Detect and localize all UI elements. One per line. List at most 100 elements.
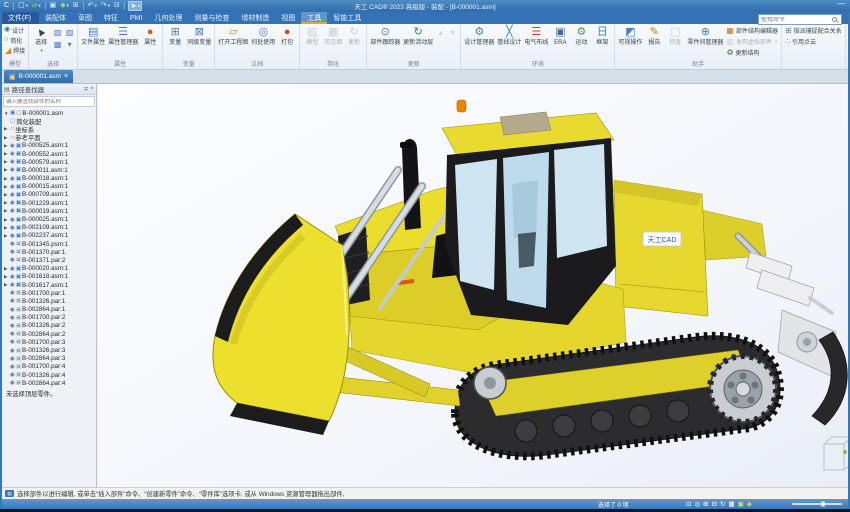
- collapse-arrow-icon[interactable]: ▶: [4, 176, 9, 182]
- new-file-button[interactable]: ▢ ▾: [17, 1, 29, 11]
- tree-item[interactable]: ▶ ◉ ▣ B-002109.asm:1: [4, 224, 96, 232]
- graphics-viewport[interactable]: 天工CAD: [98, 84, 848, 487]
- collapse-arrow-icon[interactable]: ▶: [4, 208, 9, 214]
- ribbon-button-属性[interactable]: ● 属性: [140, 25, 160, 47]
- pathfinder-search[interactable]: [3, 96, 95, 107]
- ribbon-tab-智能工具[interactable]: 智能工具: [327, 12, 367, 24]
- tree-item[interactable]: ▶ ◉ ▣ B-001618.asm:1: [4, 273, 96, 281]
- collapse-arrow-icon[interactable]: ▶: [4, 135, 9, 141]
- collapse-arrow-icon[interactable]: ▶: [4, 159, 9, 165]
- expand-arrow-icon[interactable]: ▼: [4, 111, 9, 116]
- collapse-arrow-icon[interactable]: ▶: [4, 266, 9, 272]
- ribbon-button-打开工程图[interactable]: ▱ 打开工程图: [217, 25, 249, 47]
- ribbon-button-框架[interactable]: 日框架: [592, 25, 612, 47]
- style-button[interactable]: ◆ ▾: [59, 1, 70, 11]
- close-tab-icon[interactable]: ×: [64, 73, 68, 80]
- visibility-eye-icon[interactable]: ◉: [10, 208, 15, 214]
- select-cursor-button[interactable]: ▲ ▾: [127, 1, 143, 11]
- tree-item[interactable]: ▶ ◉ ▣ B-000579.asm:1: [4, 158, 96, 166]
- visibility-eye-icon[interactable]: ◉: [10, 348, 15, 354]
- rotate-view-button[interactable]: ↻: [720, 500, 725, 508]
- zoom-slider-knob[interactable]: [819, 500, 826, 507]
- ribbon-tab-工具[interactable]: 工具: [301, 12, 328, 24]
- ribbon-button-管线设计[interactable]: ╳ 管线设计: [496, 25, 522, 47]
- pathfinder-search-input[interactable]: [4, 98, 94, 105]
- ribbon-button-零件间管理器[interactable]: ⊕ 零件间管理器: [686, 25, 724, 47]
- radio-model[interactable]: ◉ 设计: [4, 25, 26, 35]
- ribbon-button-何处使用[interactable]: ◎ 何处使用: [250, 25, 276, 47]
- collapse-arrow-icon[interactable]: ▶: [4, 192, 9, 198]
- perspective-button[interactable]: ◆: [747, 500, 752, 508]
- visibility-eye-icon[interactable]: ◉: [10, 167, 15, 173]
- tree-item[interactable]: ◉ ▣ B-001700.par:1: [4, 289, 96, 297]
- ribbon-tab-测量与检查[interactable]: 测量与检查: [188, 12, 235, 24]
- collapse-arrow-icon[interactable]: ▶: [4, 200, 9, 206]
- tree-item[interactable]: ◉ ▣ B-001326.par:2: [4, 322, 96, 330]
- ribbon-tab-PMI[interactable]: PMI: [124, 12, 148, 24]
- redo-button[interactable]: ↷ ▾: [100, 1, 111, 11]
- visibility-eye-icon[interactable]: ◉: [10, 290, 15, 296]
- tree-item[interactable]: ◉ ▣ B-001370.par:1: [4, 248, 96, 256]
- ribbon-button-部件结构编辑器[interactable]: ▦ 部件结构编辑器: [725, 25, 779, 36]
- ribbon-button-同级变量[interactable]: ⊠ 同级变量: [186, 25, 212, 47]
- tree-item[interactable]: ▶ ◉ ▣ B-001229.asm:1: [4, 199, 96, 207]
- tree-item[interactable]: ▶ ◉ ▣ B-000015.asm:1: [4, 183, 96, 191]
- collapse-arrow-icon[interactable]: ▶: [4, 151, 9, 157]
- visibility-eye-icon[interactable]: ◉: [10, 249, 15, 255]
- visibility-eye-icon[interactable]: ◉: [10, 143, 15, 149]
- visibility-eye-icon[interactable]: ◉: [10, 372, 15, 378]
- visibility-eye-icon[interactable]: ◉: [10, 217, 15, 223]
- view-styles-button[interactable]: ▦: [728, 500, 734, 508]
- ribbon-button-电气布线[interactable]: ☰ 电气布线: [523, 25, 549, 47]
- collapse-arrow-icon[interactable]: ▶: [4, 167, 9, 173]
- ribbon-button-属性管理器[interactable]: ☰ 属性管理器: [107, 25, 139, 47]
- tree-item[interactable]: ▶ ◉ ▣ B-000018.asm:1: [4, 175, 96, 183]
- collapse-arrow-icon[interactable]: ▶: [4, 282, 9, 288]
- tree-item[interactable]: ▶ ◉ ▣ B-000020.asm:1: [4, 265, 96, 273]
- ribbon-button-可视操作[interactable]: ◩ 可视操作: [617, 25, 643, 47]
- ribbon-button-打包[interactable]: ● 打包: [277, 25, 297, 47]
- zoom-slider[interactable]: [792, 499, 842, 509]
- tree-item[interactable]: ▶ ◉ ▣ B-001617.asm:1: [4, 281, 96, 289]
- visibility-eye-icon[interactable]: ◉: [10, 298, 15, 304]
- visibility-eye-icon[interactable]: ◉: [10, 184, 15, 190]
- visibility-eye-icon[interactable]: ◉: [10, 274, 15, 280]
- tree-item[interactable]: ◉ ▣ B-002864.par:1: [4, 306, 96, 314]
- ribbon-button-变量[interactable]: ⊞ 变量: [165, 25, 185, 47]
- ribbon-button-选择[interactable]: ▲ 选择 ▾: [31, 24, 51, 54]
- ribbon-tab-装配体[interactable]: 装配体: [39, 12, 72, 24]
- visibility-eye-icon[interactable]: ◉: [10, 331, 15, 337]
- save-button[interactable]: ▣: [49, 1, 58, 11]
- menu-file-button[interactable]: 文件(F): [0, 12, 39, 24]
- undo-button[interactable]: ↶ ▾: [87, 1, 98, 11]
- print-button[interactable]: ⊟: [113, 1, 121, 11]
- pin-icon[interactable]: ∓: [83, 86, 88, 93]
- visibility-eye-icon[interactable]: ◉: [10, 159, 15, 165]
- fit-view-button[interactable]: ⊡: [686, 500, 691, 508]
- ribbon-tab-增材制造[interactable]: 增材制造: [235, 12, 275, 24]
- visibility-eye-icon[interactable]: ◉: [10, 380, 15, 386]
- tree-item[interactable]: ▶ ◉ ▣ B-000011.asm:1: [4, 166, 96, 174]
- visibility-eye-icon[interactable]: ◉: [10, 315, 15, 321]
- visibility-eye-icon[interactable]: ◉: [10, 307, 15, 313]
- visibility-eye-icon[interactable]: ◉: [10, 339, 15, 345]
- ribbon-button-部件跟踪器[interactable]: ⊙ 部件跟踪器: [369, 25, 401, 47]
- collapse-arrow-icon[interactable]: ▶: [4, 274, 9, 280]
- bulldozer-model[interactable]: 天工CAD: [98, 84, 848, 487]
- zoom-area-button[interactable]: ⊞: [703, 500, 708, 508]
- tree-item[interactable]: ▶ ◉ ▣ B-000019.asm:1: [4, 207, 96, 215]
- visibility-eye-icon[interactable]: ◉: [10, 225, 15, 231]
- app-logo-button[interactable]: C: [3, 1, 10, 11]
- command-search-input[interactable]: [759, 16, 832, 23]
- visibility-eye-icon[interactable]: ◉: [10, 356, 15, 362]
- tree-item[interactable]: ◉ ▣ B-001700.par:3: [4, 338, 96, 346]
- tree-item[interactable]: ◉ ▣ B-001345.psm:1: [4, 240, 96, 248]
- visibility-eye-icon[interactable]: ◉: [10, 364, 15, 370]
- visibility-eye-icon[interactable]: ◉: [10, 176, 15, 182]
- tree-item[interactable]: ▶ ◉ ▣ B-002237.asm:1: [4, 232, 96, 240]
- tree-item[interactable]: ▶ ◉ ▣ B-000025.asm:1: [4, 215, 96, 223]
- visibility-eye-icon[interactable]: ◉: [10, 257, 15, 263]
- tree-item[interactable]: ◉ ▣ B-001326.par:1: [4, 297, 96, 305]
- tree-item[interactable]: ▶ ◉ ▣ B-000552.asm:1: [4, 150, 96, 158]
- collapse-arrow-icon[interactable]: ▶: [4, 225, 9, 231]
